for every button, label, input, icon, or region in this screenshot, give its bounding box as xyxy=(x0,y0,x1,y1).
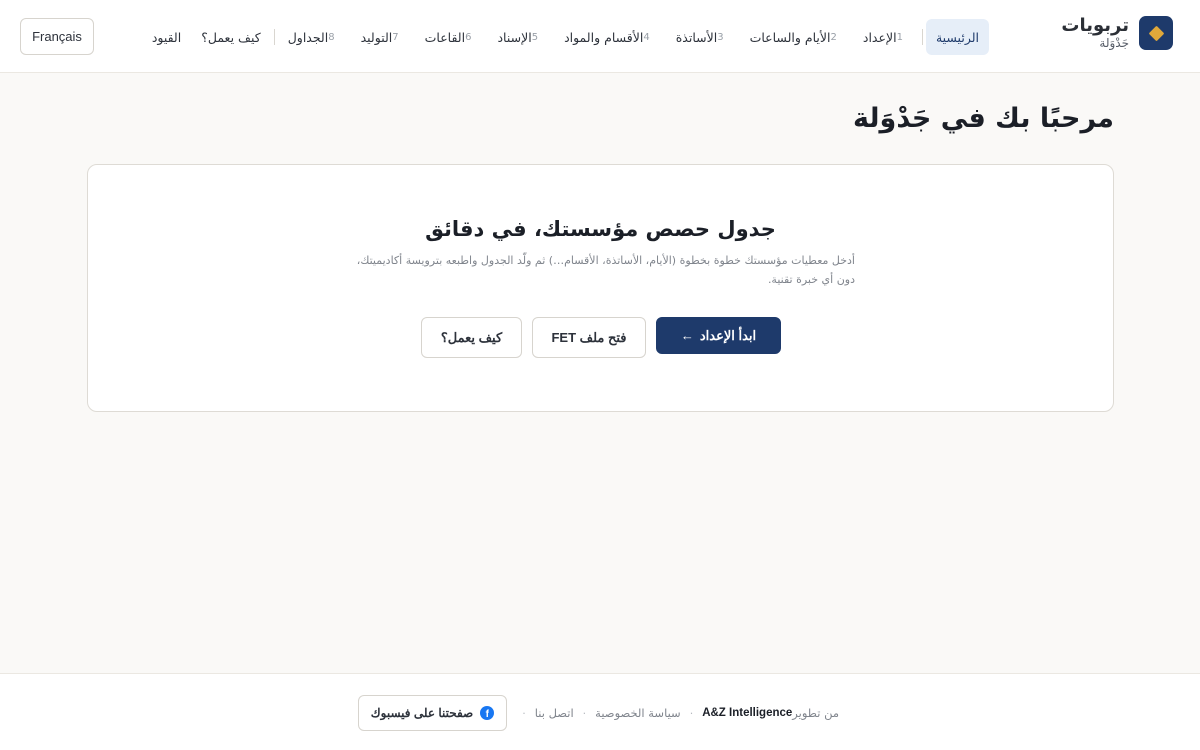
footer: من تطوير A&Z Intelligence · سياسة الخصوص… xyxy=(0,673,1200,750)
nav-item-days-hours[interactable]: 2 الأيام والساعات xyxy=(740,19,853,55)
nav-item-setup[interactable]: 1 الإعداد xyxy=(853,19,919,55)
brand[interactable]: تربويات جَدْوَلة xyxy=(1061,16,1173,50)
nav-item-assignment[interactable]: 5 الإسناد xyxy=(487,19,554,55)
language-switch-button[interactable]: Français xyxy=(20,18,94,55)
facebook-icon: f xyxy=(480,706,495,720)
footer-separator: · xyxy=(582,706,587,720)
footer-links: من تطوير A&Z Intelligence · سياسة الخصوص… xyxy=(357,695,839,731)
start-setup-label: ابدأ الإعداد xyxy=(699,327,757,343)
nav-item-generate[interactable]: 7 التوليد xyxy=(351,19,415,55)
facebook-button-label: صفحتنا على فيسبوك xyxy=(370,706,474,720)
nav-item-teachers[interactable]: 3 الأساتذة xyxy=(666,19,740,55)
nav-item-constraints[interactable]: القيود xyxy=(142,19,191,55)
open-fet-file-button[interactable]: فتح ملف FET xyxy=(532,317,646,358)
nav-item-how-it-works[interactable]: كيف يعمل؟ xyxy=(191,19,270,55)
nav-step-label: التوليد xyxy=(360,29,393,45)
nav-step-number: 8 xyxy=(328,31,335,43)
footer-separator: · xyxy=(689,706,694,720)
developed-by-text: من تطوير xyxy=(792,706,839,720)
footer-separator: · xyxy=(522,706,526,720)
nav-step-number: 2 xyxy=(830,31,837,43)
top-navigation-bar: تربويات جَدْوَلة الرئيسية 1 الإعداد 2 ال… xyxy=(0,0,1200,73)
nav-step-number: 1 xyxy=(896,31,903,43)
nav-divider xyxy=(273,29,275,45)
how-it-works-button[interactable]: كيف يعمل؟ xyxy=(421,317,522,358)
hero-card: جدول حصص مؤسستك، في دقائق أدخل معطيات مؤ… xyxy=(87,164,1114,412)
main-nav: الرئيسية 1 الإعداد 2 الأيام والساعات 3 ا… xyxy=(142,19,989,55)
contact-link[interactable]: اتصل بنا xyxy=(535,706,574,720)
nav-step-number: 5 xyxy=(531,31,539,43)
nav-step-label: الأيام والساعات xyxy=(749,29,831,45)
nav-divider xyxy=(921,29,923,45)
brand-name: تربويات xyxy=(1061,15,1129,36)
nav-step-number: 4 xyxy=(643,31,650,43)
nav-step-label: الأساتذة xyxy=(675,29,718,45)
hero-title: جدول حصص مؤسستك، في دقائق xyxy=(425,217,776,241)
arrow-left-icon: ← xyxy=(680,328,694,343)
facebook-page-button[interactable]: f صفحتنا على فيسبوك xyxy=(357,695,508,731)
nav-item-classes-subjects[interactable]: 4 الأقسام والمواد xyxy=(554,19,666,55)
nav-step-number: 7 xyxy=(392,31,399,43)
nav-step-label: الجداول xyxy=(287,29,329,45)
nav-step-label: الأقسام والمواد xyxy=(564,29,644,45)
diamond-logo-icon xyxy=(1139,16,1173,50)
nav-step-number: 3 xyxy=(717,31,724,43)
nav-step-number: 6 xyxy=(465,31,472,43)
nav-item-home[interactable]: الرئيسية xyxy=(925,19,989,55)
hero-description: أدخل معطيات مؤسستك خطوة بخطوة (الأيام، ا… xyxy=(356,254,855,286)
brand-text: تربويات جَدْوَلة xyxy=(1061,15,1129,50)
nav-item-rooms[interactable]: 6 القاعات xyxy=(415,19,488,55)
start-setup-button[interactable]: ابدأ الإعداد ← xyxy=(656,317,781,354)
nav-step-label: الإعداد xyxy=(862,29,897,45)
nav-step-label: القاعات xyxy=(424,29,466,45)
nav-item-timetables[interactable]: 8 الجداول xyxy=(278,19,351,55)
privacy-policy-link[interactable]: سياسة الخصوصية xyxy=(595,706,681,720)
nav-step-label: الإسناد xyxy=(497,29,532,45)
page-title: مرحبًا بك في جَدْوَلة xyxy=(853,103,1114,134)
developer-link[interactable]: A&Z Intelligence xyxy=(702,707,792,719)
brand-subtitle: جَدْوَلة xyxy=(1099,36,1129,50)
